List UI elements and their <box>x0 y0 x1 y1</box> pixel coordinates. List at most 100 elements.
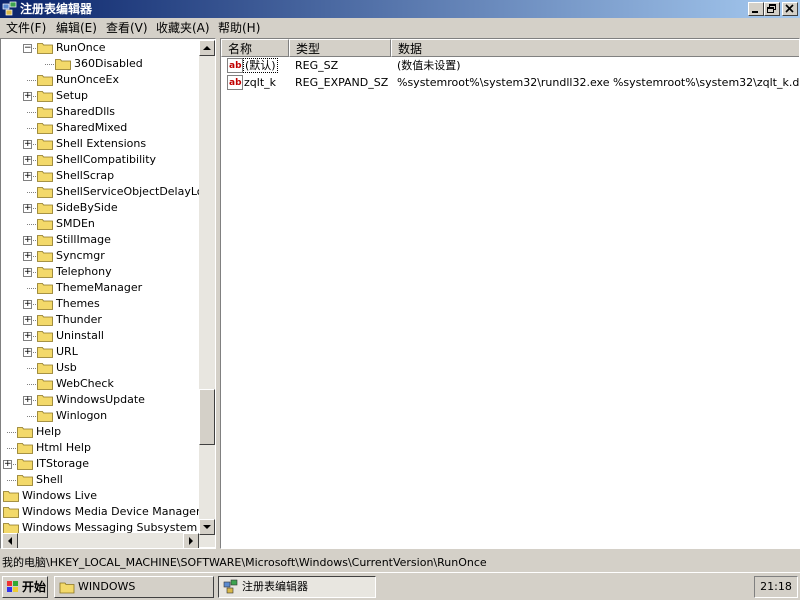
menu-favorites[interactable]: 收藏夹(A) <box>154 18 212 38</box>
scroll-right-button[interactable] <box>183 533 199 548</box>
tree-item[interactable]: Shell <box>1 472 199 488</box>
tree-item-label: Shell Extensions <box>56 137 147 150</box>
restore-icon <box>767 4 776 13</box>
tree-vertical-scrollbar[interactable] <box>199 40 215 547</box>
tree-item[interactable]: + URL <box>1 344 199 360</box>
folder-icon <box>37 139 53 150</box>
close-button[interactable] <box>782 2 798 16</box>
tree-item[interactable]: + Uninstall <box>1 328 199 344</box>
expand-icon[interactable]: + <box>23 268 32 277</box>
tree-item[interactable]: Usb <box>1 360 199 376</box>
tree-item[interactable]: + ShellScrap <box>1 168 199 184</box>
tree-item[interactable]: Winlogon <box>1 408 199 424</box>
folder-icon <box>37 91 53 102</box>
scroll-up-button[interactable] <box>199 40 215 56</box>
scroll-down-button[interactable] <box>199 519 215 535</box>
tree-item[interactable]: Windows Live <box>1 488 199 504</box>
expand-icon[interactable]: + <box>23 300 32 309</box>
tree-guide-line <box>27 224 36 225</box>
system-tray-clock[interactable]: 21:18 <box>754 576 798 598</box>
expand-icon[interactable]: + <box>23 348 32 357</box>
arrow-left-icon <box>8 537 12 545</box>
tree-guide-line <box>7 480 16 481</box>
tree-item-label: ShellScrap <box>56 169 115 182</box>
value-data: (数值未设置) <box>397 59 461 72</box>
tree-item[interactable]: + Thunder <box>1 312 199 328</box>
expand-icon[interactable]: + <box>23 92 32 101</box>
expand-icon[interactable]: + <box>23 252 32 261</box>
collapse-icon[interactable]: − <box>23 44 32 53</box>
folder-icon <box>3 491 19 502</box>
tree-item-label: ThemeManager <box>56 281 143 294</box>
tree-item[interactable]: + Telephony <box>1 264 199 280</box>
menu-edit[interactable]: 编辑(E) <box>54 18 99 38</box>
tree-item[interactable]: + Themes <box>1 296 199 312</box>
column-header-data[interactable]: 数据 <box>391 39 799 57</box>
expand-icon[interactable]: + <box>23 204 32 213</box>
tree-item[interactable]: Help <box>1 424 199 440</box>
folder-icon <box>17 427 33 438</box>
folder-icon <box>37 379 53 390</box>
tree-item[interactable]: − RunOnce <box>1 40 199 56</box>
expand-icon[interactable]: + <box>23 396 32 405</box>
window-title: 注册表编辑器 <box>20 2 93 16</box>
tree-item[interactable]: 360Disabled <box>1 56 199 72</box>
menu-file[interactable]: 文件(F) <box>4 18 48 38</box>
restore-button[interactable] <box>764 2 780 16</box>
tree-item[interactable]: ThemeManager <box>1 280 199 296</box>
value-list[interactable]: 名称 类型 数据 ab (默认) REG_SZ (数值未设置) ab zqlt_… <box>220 38 800 549</box>
tree-item[interactable]: Windows Media Device Manager <box>1 504 200 520</box>
taskbar-button-windows[interactable]: WINDOWS <box>54 576 214 598</box>
column-header-type[interactable]: 类型 <box>289 39 391 57</box>
tree-guide-line <box>27 128 36 129</box>
taskbar-button-regedit[interactable]: 注册表编辑器 <box>218 576 376 598</box>
tree-item[interactable]: + Syncmgr <box>1 248 199 264</box>
column-header-name[interactable]: 名称 <box>221 39 289 57</box>
arrow-down-icon <box>203 525 211 529</box>
expand-icon[interactable]: + <box>23 236 32 245</box>
tree-item[interactable]: + Shell Extensions <box>1 136 199 152</box>
expand-icon[interactable]: + <box>23 172 32 181</box>
minimize-button[interactable] <box>748 2 764 16</box>
regedit-icon <box>223 579 238 594</box>
tree-horizontal-scrollbar[interactable] <box>2 533 199 548</box>
tree-item[interactable]: SharedDlls <box>1 104 199 120</box>
tree-item[interactable]: + SideBySide <box>1 200 199 216</box>
taskbar-button-label: 注册表编辑器 <box>242 580 308 593</box>
registry-tree[interactable]: − RunOnce 360Disabled RunOnceEx + Setup Shared… <box>0 38 216 549</box>
value-name: zqlt_k <box>244 76 276 89</box>
scroll-left-button[interactable] <box>2 533 18 548</box>
tree-item[interactable]: ShellServiceObjectDelayLoad <box>1 184 215 200</box>
expand-icon[interactable]: + <box>23 156 32 165</box>
tree-item[interactable]: Html Help <box>1 440 199 456</box>
value-row[interactable]: ab (默认) REG_SZ (数值未设置) <box>221 57 799 74</box>
tree-item-label: Html Help <box>36 441 91 454</box>
tree-guide-line <box>27 416 36 417</box>
tree-item[interactable]: SMDEn <box>1 216 199 232</box>
title-bar[interactable]: 注册表编辑器 <box>0 0 800 18</box>
tree-item[interactable]: WebCheck <box>1 376 199 392</box>
expand-icon[interactable]: + <box>23 140 32 149</box>
tree-item[interactable]: SharedMixed <box>1 120 199 136</box>
folder-icon <box>17 475 33 486</box>
tree-item[interactable]: + StillImage <box>1 232 199 248</box>
tree-item[interactable]: + WindowsUpdate <box>1 392 199 408</box>
value-row[interactable]: ab zqlt_k REG_EXPAND_SZ %systemroot%\sys… <box>221 74 799 91</box>
menu-bar: 文件(F) 编辑(E) 查看(V) 收藏夹(A) 帮助(H) <box>0 18 800 38</box>
expand-icon[interactable]: + <box>23 332 32 341</box>
tree-item[interactable]: + ShellCompatibility <box>1 152 199 168</box>
scroll-thumb[interactable] <box>199 389 215 445</box>
folder-icon <box>37 299 53 310</box>
tree-item-label: URL <box>56 345 78 358</box>
start-button[interactable]: 开始 <box>2 576 48 598</box>
folder-icon <box>37 203 53 214</box>
menu-help[interactable]: 帮助(H) <box>216 18 262 38</box>
tree-item[interactable]: + ITStorage <box>1 456 199 472</box>
tree-item[interactable]: RunOnceEx <box>1 72 199 88</box>
string-value-icon: ab <box>227 75 243 90</box>
tree-item[interactable]: + Setup <box>1 88 199 104</box>
expand-icon[interactable]: + <box>23 316 32 325</box>
menu-view[interactable]: 查看(V) <box>104 18 150 38</box>
expand-icon[interactable]: + <box>3 460 12 469</box>
tree-item-label: Help <box>36 425 62 438</box>
